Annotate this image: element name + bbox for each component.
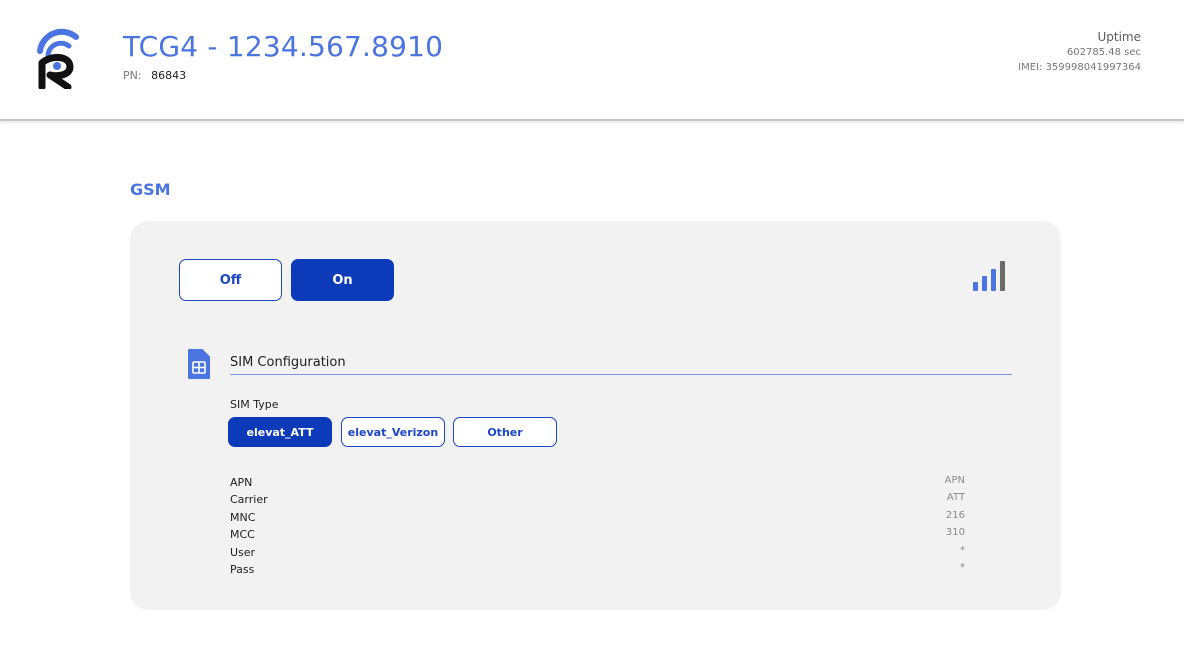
field-labels: APN Carrier MNC MCC User Pass bbox=[230, 474, 268, 578]
sim-type-att-button[interactable]: elevat_ATT bbox=[228, 417, 332, 447]
part-number: PN: 86843 bbox=[123, 69, 186, 82]
signal-strength-icon bbox=[973, 261, 1005, 291]
field-label-pass: Pass bbox=[230, 562, 255, 576]
pn-label: PN: bbox=[123, 69, 142, 82]
field-value-apn: APN bbox=[944, 475, 965, 486]
imei: IMEI: 359998041997364 bbox=[1018, 62, 1141, 73]
sim-type-label: SIM Type bbox=[230, 398, 279, 411]
device-title: TCG4 - 1234.567.8910 bbox=[123, 30, 444, 63]
sim-config-divider bbox=[230, 374, 1012, 375]
on-button[interactable]: On bbox=[291, 259, 394, 301]
field-label-mnc: MNC bbox=[230, 510, 256, 524]
device-status: Uptime 602785.48 sec IMEI: 3599980419973… bbox=[1018, 30, 1141, 73]
off-button[interactable]: Off bbox=[179, 259, 282, 301]
sim-card-icon bbox=[188, 349, 210, 379]
field-value-user: * bbox=[960, 544, 965, 556]
field-label-user: User bbox=[230, 545, 256, 559]
section-title: GSM bbox=[130, 180, 171, 199]
field-label-mcc: MCC bbox=[230, 528, 255, 542]
field-value-mnc: 216 bbox=[945, 509, 965, 521]
app-header: TCG4 - 1234.567.8910 PN: 86843 Uptime 60… bbox=[0, 0, 1184, 121]
sim-type-other-button[interactable]: Other bbox=[453, 417, 557, 447]
field-value-pass: * bbox=[960, 561, 965, 573]
gsm-card: Off On SIM Configuration SIM Type elevat… bbox=[130, 221, 1061, 610]
sim-configuration-title: SIM Configuration bbox=[230, 355, 346, 370]
pn-value: 86843 bbox=[151, 69, 187, 82]
field-label-apn: APN bbox=[230, 476, 253, 489]
uptime-label: Uptime bbox=[1097, 30, 1141, 44]
uptime-value: 602785.48 sec bbox=[1066, 47, 1141, 58]
field-label-carrier: Carrier bbox=[230, 493, 268, 507]
radio-r-logo-icon bbox=[37, 28, 79, 89]
field-value-carrier: ATT bbox=[946, 492, 965, 504]
field-values: APN ATT 216 310 * * bbox=[945, 472, 965, 576]
sim-type-verizon-button[interactable]: elevat_Verizon bbox=[341, 417, 445, 447]
field-value-mcc: 310 bbox=[945, 527, 965, 539]
